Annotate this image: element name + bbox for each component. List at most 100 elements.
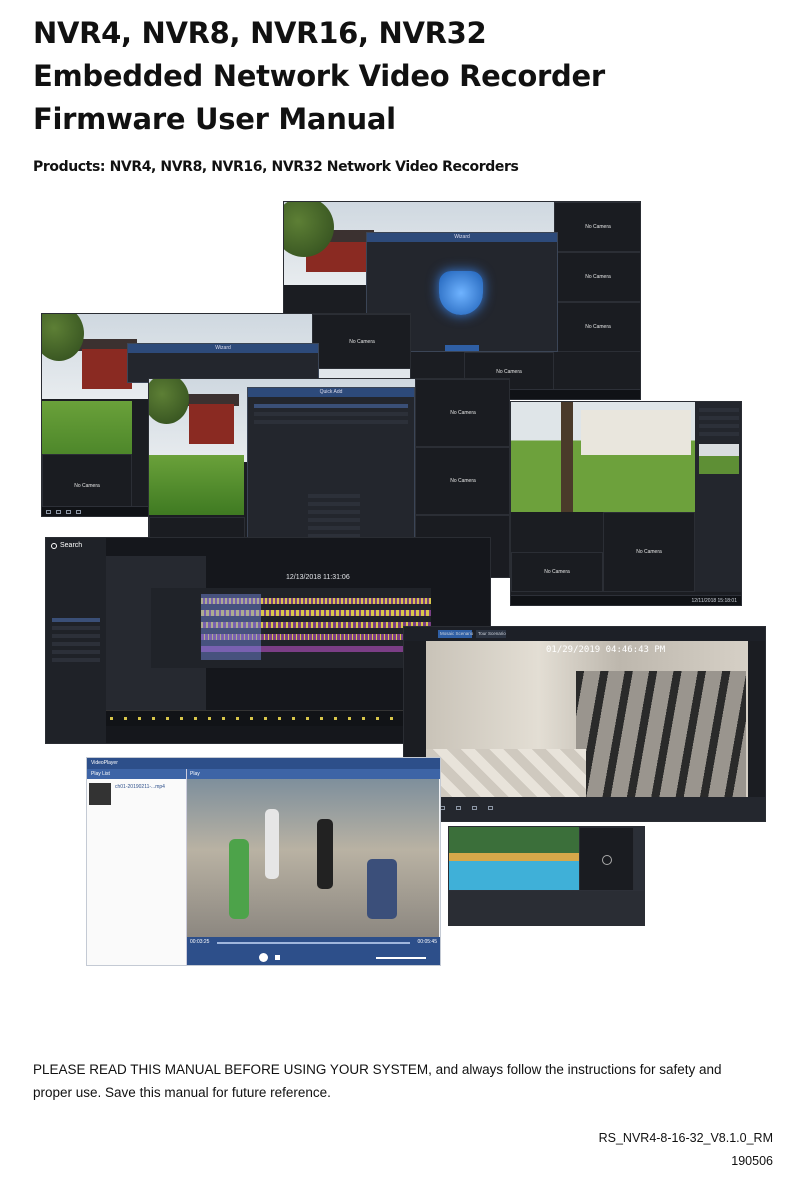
escalator-camera-view: 01/29/2019 04:46:43 PM [426, 641, 748, 799]
device-list-item[interactable] [699, 416, 739, 420]
form-field[interactable] [308, 510, 360, 514]
device-row[interactable] [254, 420, 408, 424]
pause-icon[interactable] [259, 953, 268, 962]
escalator [576, 671, 746, 799]
channel-item[interactable] [52, 634, 100, 638]
channel-item[interactable] [52, 618, 100, 622]
form-field[interactable] [308, 518, 360, 522]
no-camera-label: No Camera [496, 369, 522, 375]
volume-slider[interactable] [376, 957, 426, 959]
grid-icon[interactable] [46, 510, 51, 514]
play-list-label: Play List [91, 771, 110, 777]
products-subtitle: Products: NVR4, NVR8, NVR16, NVR32 Netwo… [33, 159, 519, 175]
device-row[interactable] [254, 412, 408, 416]
play-list-panel: Play List ch01-20190211-...mp4 [87, 769, 187, 965]
elapsed-time: 00:03:25 [190, 939, 210, 945]
no-camera-label: No Camera [585, 324, 611, 330]
camera-cell: No Camera [415, 379, 509, 447]
search-icon[interactable] [66, 510, 71, 514]
camera-cell: No Camera [312, 314, 410, 369]
scene-lawn [149, 455, 244, 515]
play-header: Play [187, 769, 440, 779]
pool-camera-view [449, 827, 579, 892]
bottom-toolbar: 12/11/2018 15:18:01 [511, 595, 741, 605]
no-camera-label: No Camera [450, 410, 476, 416]
wizard-timestamp: 12/13/2018 11:31:06 [286, 574, 350, 581]
tab-mosaic-label: Mosaic Scenario [440, 631, 474, 636]
camera-cell: No Camera [415, 447, 509, 515]
search-title: Search [60, 542, 83, 549]
player-controls: 00:03:25 00:05:45 [187, 937, 440, 965]
scene-tree-trunk [561, 402, 573, 512]
tab-mosaic-scenario[interactable]: Mosaic Scenario [438, 630, 474, 638]
screenshot-video-player: VideoPlayer Play List ch01-20190211-...m… [86, 757, 441, 966]
player-title: VideoPlayer [91, 760, 118, 766]
scene-house [189, 404, 234, 444]
channel-item[interactable] [52, 650, 100, 654]
play-list-header: Play List [87, 769, 186, 779]
tab-tour-scenario[interactable]: Tour Scenario [476, 630, 506, 638]
playback-icon[interactable] [76, 510, 81, 514]
play-label: Play [190, 771, 200, 777]
device-list-item[interactable] [699, 424, 739, 428]
audio-icon[interactable] [488, 806, 493, 810]
form-field[interactable] [308, 526, 360, 530]
wizard-dialog: Wizard [127, 343, 319, 383]
camera-timestamp: 01/29/2019 04:46:43 PM [546, 645, 666, 655]
live-toolbar [404, 797, 765, 821]
floor [426, 749, 586, 799]
total-time: 00:05:45 [417, 939, 437, 945]
wizard-title: Wizard [367, 233, 557, 242]
device-row[interactable] [254, 404, 408, 408]
document-id-block: RS_NVR4-8-16-32_V8.1.0_RM 190506 [599, 1127, 773, 1173]
timeline-selection[interactable] [201, 594, 261, 660]
form-field[interactable] [308, 502, 360, 506]
no-camera-label: No Camera [544, 569, 570, 575]
tab-tour-label: Tour Scenario [478, 631, 506, 636]
document-id: RS_NVR4-8-16-32_V8.1.0_RM [598, 1131, 773, 1145]
no-camera-label: No Camera [585, 224, 611, 230]
camera-cell: No Camera [554, 202, 640, 252]
shield-icon [439, 271, 483, 315]
playlist-file[interactable]: ch01-20190211-...mp4 [115, 784, 165, 790]
camera-cell: No Camera [554, 302, 640, 352]
device-list-panel [695, 402, 741, 592]
title-line-2: Embedded Network Video Recorder [33, 59, 605, 93]
device-list-item[interactable] [699, 408, 739, 412]
start-wizard-button[interactable] [445, 345, 479, 351]
bottom-toolbar [449, 890, 644, 925]
timeline-chart [151, 588, 431, 668]
manual-title: NVR4, NVR8, NVR16, NVR32 Embedded Networ… [33, 12, 605, 141]
pool-side-panel [634, 827, 644, 892]
no-camera-label: No Camera [450, 478, 476, 484]
person [229, 839, 249, 919]
camera-cell: No Camera [554, 252, 640, 302]
record-icon[interactable] [456, 806, 461, 810]
screenshot-live-view: No Camera No Camera 12/11/2018 15:18:01 [510, 401, 742, 606]
person [265, 809, 279, 879]
search-icon [51, 543, 57, 549]
form-field[interactable] [308, 494, 360, 498]
safety-notice: PLEASE READ THIS MANUAL BEFORE USING YOU… [33, 1062, 722, 1100]
seek-bar[interactable] [217, 942, 410, 944]
playlist-thumbnail[interactable] [89, 783, 111, 805]
no-camera-label: No Camera [349, 338, 375, 345]
camera-cell: No Camera [511, 552, 603, 592]
channel-item[interactable] [52, 658, 100, 662]
no-camera-label: No Camera [585, 274, 611, 280]
airport-video-frame [187, 779, 439, 937]
scene-house [581, 410, 691, 455]
mosaic-top-bar: Mosaic Scenario Tour Scenario [404, 627, 765, 641]
person [317, 819, 333, 889]
stop-icon[interactable] [275, 955, 280, 960]
person [367, 859, 397, 919]
layout-icon[interactable] [56, 510, 61, 514]
channel-item[interactable] [52, 626, 100, 630]
device-list-item[interactable] [699, 432, 739, 436]
zoom-icon[interactable] [472, 806, 477, 810]
title-line-1: NVR4, NVR8, NVR16, NVR32 [33, 16, 487, 50]
wizard-title: Wizard [128, 344, 318, 353]
document-date: 190506 [731, 1154, 773, 1168]
add-camera-icon[interactable] [601, 854, 612, 865]
channel-item[interactable] [52, 642, 100, 646]
